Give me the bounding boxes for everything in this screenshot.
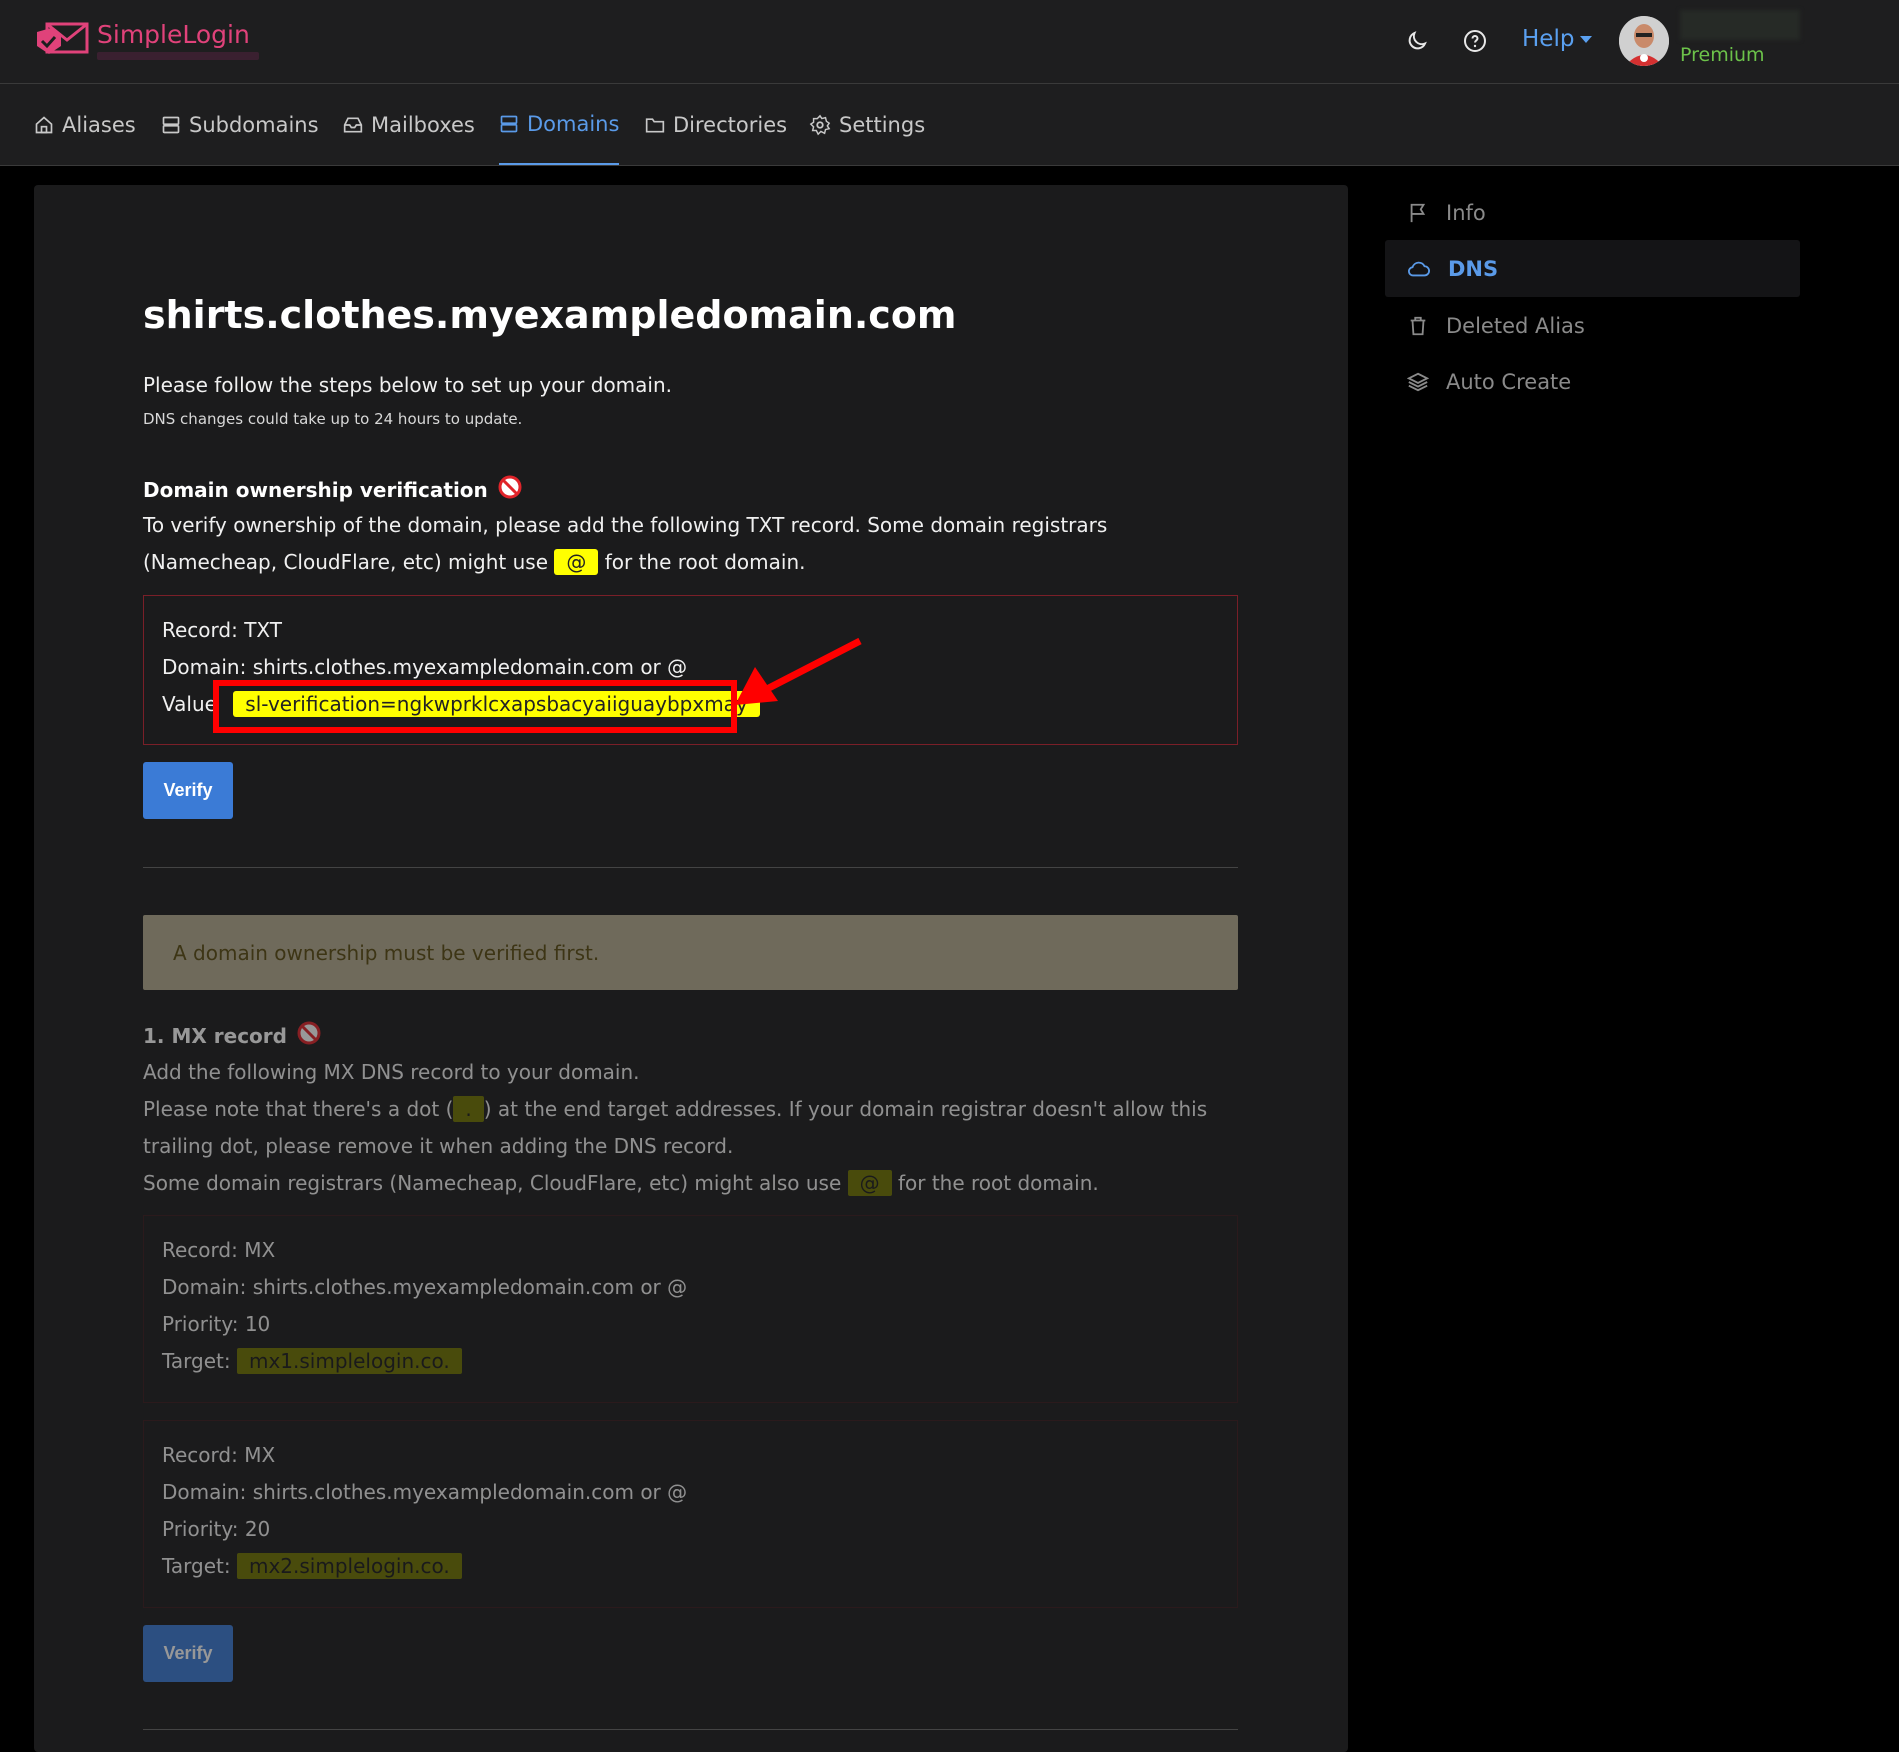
intro-note: DNS changes could take up to 24 hours to… [143,410,523,428]
sidebar-item-label: Deleted Alias [1446,313,1585,338]
record-target-row: Target: mx1.simplelogin.co. [162,1343,1219,1380]
trailing-dot: . [453,1096,484,1122]
main-nav: Aliases Subdomains Mailboxes Domains Dir… [0,84,1899,166]
annotation-highlight-box [213,680,737,733]
top-header: SimpleLogin Help Premium [0,0,1899,84]
server-icon [162,116,180,133]
mx-record-box: Record: MX Domain: shirts.clothes.myexam… [143,1215,1238,1403]
intro-text: Please follow the steps below to set up … [143,373,673,397]
page-title: shirts.clothes.myexampledomain.com [143,293,957,337]
plan-badge: Premium [1680,44,1765,66]
trash-icon [1410,316,1426,335]
nav-label: Aliases [62,112,136,137]
moon-icon[interactable] [1403,27,1431,55]
sidebar-item-label: Info [1446,200,1486,225]
mx-line-1: Add the following MX DNS record to your … [143,1060,640,1084]
mx-line-3a: Some domain registrars (Namecheap, Cloud… [143,1171,842,1195]
mx-title: 1. MX record [143,1021,321,1050]
record-priority: Priority: 20 [162,1517,271,1541]
prohibited-icon [297,1021,321,1050]
mx-record-box: Record: MX Domain: shirts.clothes.myexam… [143,1420,1238,1608]
record-target-row: Target: mx2.simplelogin.co. [162,1548,1219,1585]
verify-mx-button[interactable]: Verify [143,1625,233,1682]
divider [143,867,1238,868]
domain-dns-card: shirts.clothes.myexampledomain.com Pleas… [34,185,1348,1752]
record-target-label: Target: [162,1349,231,1373]
sidebar-item-label: Auto Create [1446,369,1572,394]
nav-item-domains[interactable]: Domains [499,84,620,165]
inbox-icon [343,117,363,132]
divider [143,1729,1238,1730]
mx-title-text: 1. MX record [143,1023,287,1048]
nav-label: Mailboxes [371,112,475,137]
logo[interactable]: SimpleLogin [33,18,259,60]
sidebar-item-auto-create[interactable]: Auto Create [1385,353,1800,410]
help-label: Help [1522,26,1575,52]
ownership-desc-2: for the root domain. [604,550,806,574]
root-domain-symbol: @ [554,549,599,575]
logo-envelope-icon [37,22,89,54]
folder-icon [645,117,665,132]
verify-ownership-button[interactable]: Verify [143,762,233,819]
nav-item-directories[interactable]: Directories [645,84,787,165]
user-name-redacted [1680,10,1800,40]
avatar[interactable] [1619,16,1669,66]
record-domain: Domain: shirts.clothes.myexampledomain.c… [162,1480,688,1504]
sidebar-item-label: DNS [1448,256,1499,281]
gear-icon [809,114,831,135]
nav-item-subdomains[interactable]: Subdomains [161,84,319,165]
ownership-description: To verify ownership of the domain, pleas… [143,507,1243,581]
help-menu[interactable]: Help [1522,26,1593,52]
question-circle-icon[interactable] [1461,27,1489,55]
mx-line-2a: Please note that there's a dot ( [143,1097,454,1121]
ownership-title: Domain ownership verification [143,475,522,504]
nav-item-mailboxes[interactable]: Mailboxes [343,84,475,165]
mx-line-3: Some domain registrars (Namecheap, Cloud… [143,1165,1243,1202]
home-icon [35,115,53,133]
nav-item-aliases[interactable]: Aliases [34,84,136,165]
ownership-title-text: Domain ownership verification [143,477,488,502]
root-domain-symbol: @ [847,1170,892,1196]
nav-label: Directories [673,112,788,137]
record-type: Record: MX [162,1238,276,1262]
record-value-label: Value [162,692,217,716]
record-type: Record: MX [162,1443,276,1467]
sidebar-item-info[interactable]: Info [1385,184,1800,241]
prohibited-icon [498,475,522,504]
logo-text: SimpleLogin [97,20,250,49]
mx-target-value[interactable]: mx1.simplelogin.co. [236,1348,462,1374]
nav-label: Settings [839,112,926,137]
mx-target-value[interactable]: mx2.simplelogin.co. [236,1553,462,1579]
sidebar-item-dns[interactable]: DNS [1385,240,1800,297]
warning-alert: A domain ownership must be verified firs… [143,915,1238,990]
mx-line-2: Please note that there's a dot (.) at th… [143,1091,1243,1165]
nav-label: Subdomains [189,112,319,137]
logo-tagline [97,52,259,60]
record-priority: Priority: 10 [162,1312,271,1336]
record-type: Record: TXT [162,618,282,642]
cloud-icon [1408,261,1430,276]
mx-description: Add the following MX DNS record to your … [143,1054,1243,1202]
layers-icon [1407,372,1429,391]
nav-item-settings[interactable]: Settings [809,84,925,165]
server-icon [500,115,518,132]
record-target-label: Target: [162,1554,231,1578]
flag-icon [1410,203,1426,222]
sidebar-item-deleted-alias[interactable]: Deleted Alias [1385,297,1800,354]
record-domain: Domain: shirts.clothes.myexampledomain.c… [162,1275,688,1299]
mx-line-3b: for the root domain. [897,1171,1099,1195]
annotation-arrow-icon [735,637,862,705]
chevron-down-icon [1580,36,1593,43]
nav-label: Domains [527,111,620,136]
